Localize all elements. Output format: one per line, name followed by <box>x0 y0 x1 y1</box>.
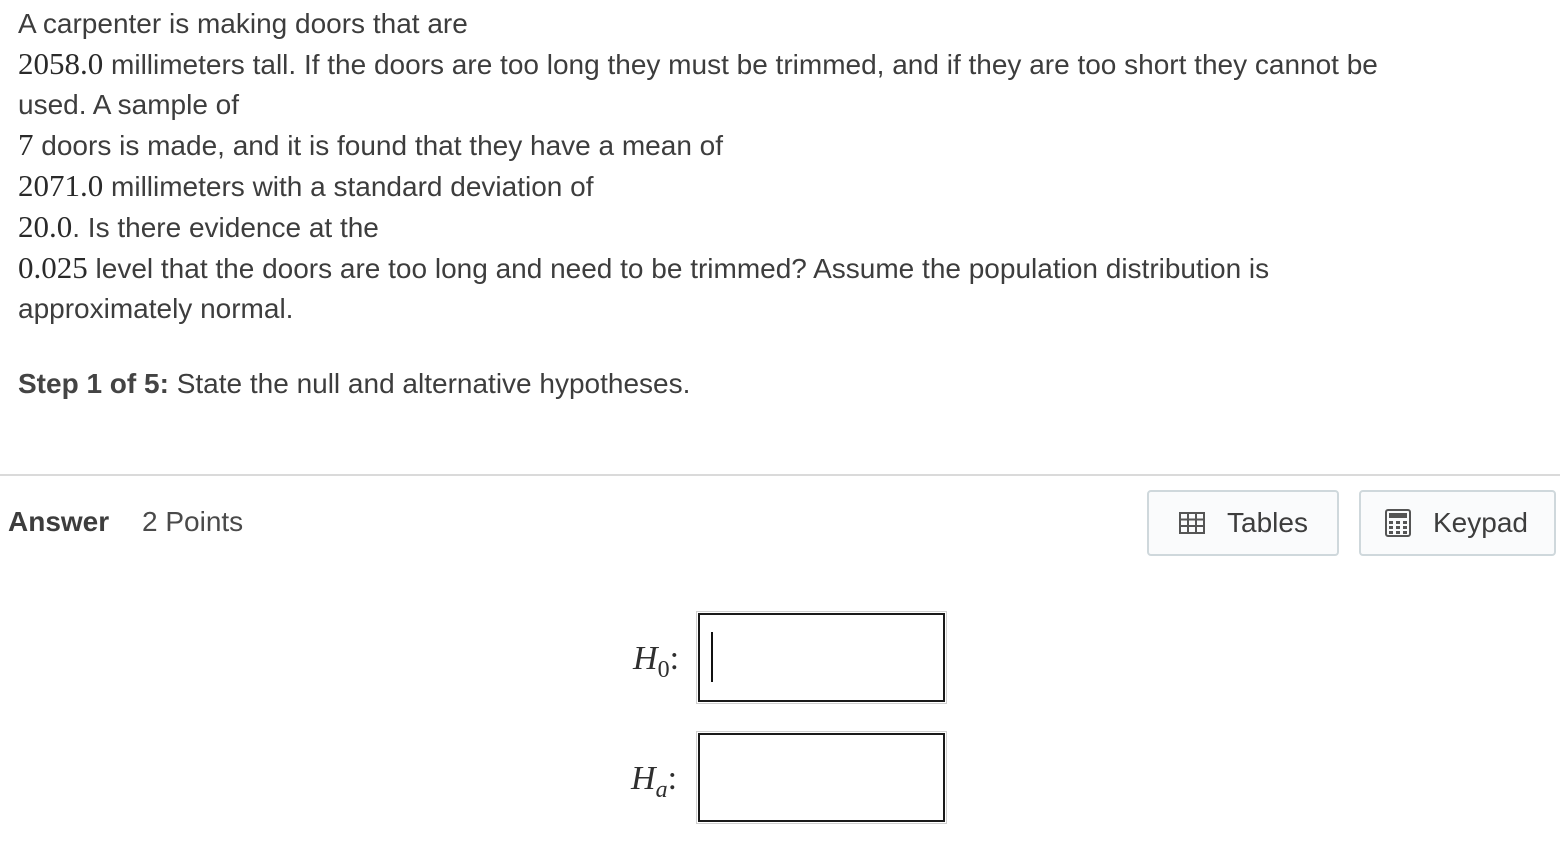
alternative-hypothesis-symbol: H <box>631 760 656 797</box>
null-hypothesis-input[interactable] <box>696 611 947 704</box>
null-hypothesis-symbol: H <box>633 640 658 677</box>
question-line: 0.025 level that the doors are too long … <box>18 248 1518 289</box>
null-hypothesis-subscript: 0 <box>657 656 670 683</box>
significance-level-value: 0.025 <box>18 250 88 285</box>
question-text-segment: A carpenter is making doors that are <box>18 8 468 39</box>
points-label: 2 Points <box>142 506 244 537</box>
tables-button[interactable]: Tables <box>1147 490 1339 556</box>
question-line: A carpenter is making doors that are <box>18 4 1518 44</box>
keypad-button[interactable]: Keypad <box>1359 490 1556 556</box>
section-divider <box>0 474 1560 476</box>
alternative-hypothesis-label: Ha: <box>631 760 677 804</box>
question-line: 2071.0 millimeters with a standard devia… <box>18 166 1518 207</box>
question-text: A carpenter is making doors that are 205… <box>18 4 1518 329</box>
tables-button-label: Tables <box>1227 507 1308 538</box>
null-hypothesis-label: H0: <box>633 640 679 684</box>
keypad-button-label: Keypad <box>1433 507 1528 538</box>
question-text-segment: millimeters tall. If the doors are too l… <box>103 49 1378 80</box>
question-line: approximately normal. <box>18 289 1518 329</box>
step-label: Step 1 of 5: <box>18 368 169 399</box>
calculator-icon <box>1385 509 1411 537</box>
alternative-hypothesis-colon: : <box>667 760 678 797</box>
question-text-segment: millimeters with a standard deviation of <box>103 171 594 202</box>
answer-label: Answer <box>8 506 110 537</box>
alternative-hypothesis-input[interactable] <box>696 731 947 824</box>
question-line: used. A sample of <box>18 85 1518 125</box>
door-height-value: 2058.0 <box>18 46 104 81</box>
question-text-segment: doors is made, and it is found that they… <box>33 130 724 161</box>
sample-mean-value: 2071.0 <box>18 168 104 203</box>
question-text-segment: approximately normal. <box>18 293 294 324</box>
alternative-hypothesis-subscript: a <box>655 776 668 803</box>
step-text: State the null and alternative hypothese… <box>168 368 691 399</box>
std-dev-value: 20.0 <box>18 209 73 244</box>
sample-size-value: 7 <box>18 127 34 162</box>
table-grid-icon <box>1179 512 1205 534</box>
question-line: 2058.0 millimeters tall. If the doors ar… <box>18 44 1518 85</box>
question-text-segment: level that the doors are too long and ne… <box>87 253 1270 284</box>
question-text-segment: . Is there evidence at the <box>72 212 379 243</box>
null-hypothesis-colon: : <box>669 640 680 677</box>
question-line: 20.0. Is there evidence at the <box>18 207 1518 248</box>
text-cursor <box>711 632 713 682</box>
question-line: 7 doors is made, and it is found that th… <box>18 125 1518 166</box>
step-instruction: Step 1 of 5: State the null and alternat… <box>18 364 690 404</box>
question-text-segment: used. A sample of <box>18 89 240 120</box>
